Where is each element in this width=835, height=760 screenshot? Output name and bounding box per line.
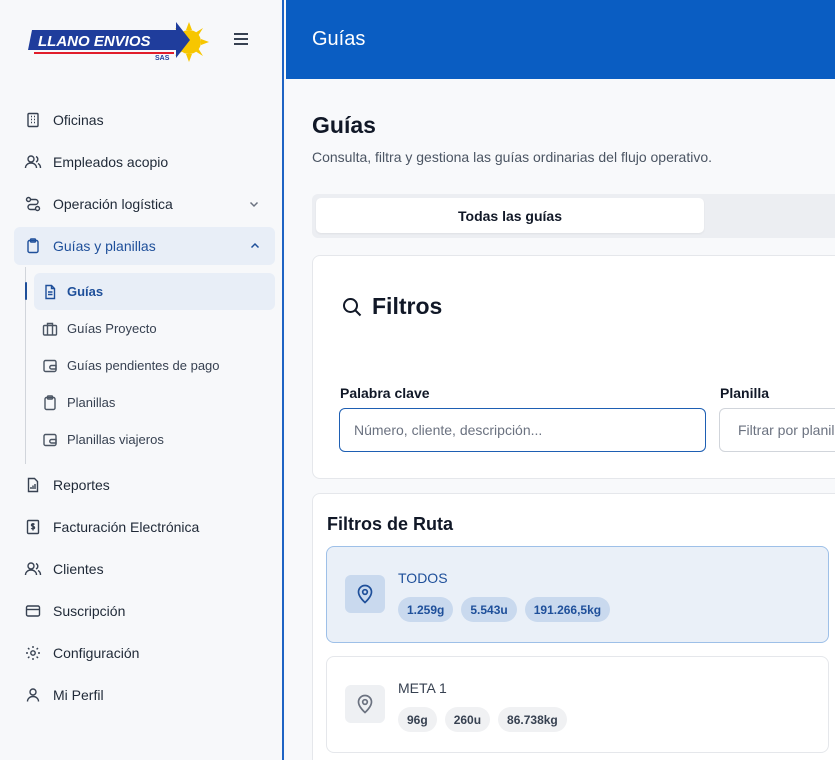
sidebar-item-facturacion[interactable]: Facturación Electrónica — [0, 506, 284, 548]
search-icon — [341, 296, 363, 318]
sidebar-item-label: Suscripción — [53, 603, 126, 619]
menu-toggle-button[interactable] — [234, 33, 252, 49]
credit-card-icon — [24, 602, 42, 620]
page-subtitle: Consulta, filtra y gestiona las guías or… — [312, 149, 712, 165]
wallet-icon — [42, 432, 58, 448]
sidebar-item-label: Configuración — [53, 645, 140, 661]
logo-text: LLANO ENVIOS — [38, 33, 151, 50]
wallet-icon — [42, 358, 58, 374]
invoice-icon — [24, 518, 42, 536]
users-icon — [24, 153, 42, 171]
clipboard-icon — [24, 237, 42, 255]
sidebar-item-label: Operación logística — [53, 196, 173, 212]
sidebar-item-label: Facturación Electrónica — [53, 519, 200, 535]
sidebar-item-operacion[interactable]: Operación logística — [0, 183, 284, 225]
chevron-down-icon — [248, 197, 260, 209]
sidebar-item-label: Oficinas — [53, 112, 104, 128]
tab-bar: Todas las guías — [312, 194, 835, 238]
sidebar-subitem-planillas[interactable]: Planillas — [34, 384, 275, 421]
sidebar-subitem-guias[interactable]: Guías — [25, 273, 275, 310]
top-bar: Guías — [286, 0, 835, 79]
chevron-up-icon — [249, 239, 261, 251]
sidebar-item-label: Mi Perfil — [53, 687, 104, 703]
sidebar-item-empleados[interactable]: Empleados acopio — [0, 141, 284, 183]
keyword-label: Palabra clave — [340, 385, 430, 401]
page-title: Guías — [312, 112, 376, 138]
route-unidades-badge: 260u — [444, 707, 491, 732]
route-guias-badge: 96g — [398, 707, 437, 732]
report-icon — [24, 476, 42, 494]
sidebar-subitem-label: Guías pendientes de pago — [67, 358, 220, 373]
route-stats: 96g 260u 86.738kg — [398, 707, 567, 732]
sidebar-item-clientes[interactable]: Clientes — [0, 548, 284, 590]
sidebar-item-label: Clientes — [53, 561, 104, 577]
route-peso-badge: 86.738kg — [498, 707, 567, 732]
sidebar-subitem-label: Guías — [67, 284, 104, 299]
keyword-input[interactable] — [339, 408, 706, 452]
planilla-label: Planilla — [720, 385, 770, 401]
sidebar-subitem-planillas-viajeros[interactable]: Planillas viajeros — [34, 421, 275, 458]
planilla-input[interactable] — [719, 408, 835, 452]
filters-card: Filtros Palabra clave Planilla — [312, 255, 835, 479]
route-filters-card: Filtros de Ruta TODOS 1.259g 5.543u 191.… — [312, 493, 835, 760]
sidebar-item-guias-planillas[interactable]: Guías y planillas — [14, 227, 275, 265]
map-pin-icon — [345, 575, 385, 613]
sidebar: LLANO ENVIOS SAS Oficinas Empleados acop… — [0, 0, 284, 760]
route-icon — [24, 195, 42, 213]
sidebar-item-oficinas[interactable]: Oficinas — [0, 99, 284, 141]
route-filters-title: Filtros de Ruta — [327, 514, 454, 534]
hamburger-icon — [234, 33, 248, 35]
document-icon — [42, 284, 58, 300]
filters-title: Filtros — [372, 293, 443, 319]
sidebar-subitem-label: Planillas — [67, 395, 116, 410]
user-icon — [24, 686, 42, 704]
sidebar-nav: Oficinas Empleados acopio Operación logí… — [0, 99, 284, 716]
users-icon — [24, 560, 42, 578]
sidebar-subitem-guias-proyecto[interactable]: Guías Proyecto — [34, 310, 275, 347]
sidebar-subitem-guias-pendientes[interactable]: Guías pendientes de pago — [34, 347, 275, 384]
sidebar-item-configuracion[interactable]: Configuración — [0, 632, 284, 674]
route-name: META 1 — [398, 680, 447, 696]
route-item-todos[interactable]: TODOS 1.259g 5.543u 191.266,5kg — [326, 546, 829, 643]
sidebar-item-mi-perfil[interactable]: Mi Perfil — [0, 674, 284, 716]
sidebar-item-label: Reportes — [53, 477, 110, 493]
sidebar-subitem-label: Guías Proyecto — [67, 321, 157, 336]
sidebar-subitem-label: Planillas viajeros — [67, 432, 164, 447]
clipboard-icon — [42, 394, 58, 411]
briefcase-icon — [42, 321, 58, 337]
sidebar-submenu-guias: Guías Guías Proyecto Guías pendientes de… — [25, 267, 284, 464]
route-peso-badge: 191.266,5kg — [524, 597, 611, 622]
gear-icon — [24, 644, 42, 662]
sidebar-item-reportes[interactable]: Reportes — [0, 464, 284, 506]
filters-heading: Filtros — [341, 293, 442, 320]
sidebar-item-suscripcion[interactable]: Suscripción — [0, 590, 284, 632]
map-pin-icon — [345, 685, 385, 723]
route-guias-badge: 1.259g — [398, 597, 454, 622]
route-item-meta-1[interactable]: META 1 96g 260u 86.738kg — [326, 656, 829, 753]
tab-todas-las-guias[interactable]: Todas las guías — [316, 198, 704, 233]
building-icon — [24, 111, 42, 129]
sidebar-item-label: Empleados acopio — [53, 154, 169, 170]
sidebar-item-label: Guías y planillas — [53, 238, 156, 254]
header-title: Guías — [312, 28, 366, 50]
logo-graphic: LLANO ENVIOS SAS — [28, 22, 209, 62]
main-content: Guías Consulta, filtra y gestiona las gu… — [286, 79, 835, 760]
route-stats: 1.259g 5.543u 191.266,5kg — [398, 597, 611, 622]
brand-logo[interactable]: LLANO ENVIOS SAS — [28, 18, 218, 68]
logo-subtext: SAS — [155, 55, 170, 62]
route-unidades-badge: 5.543u — [461, 597, 517, 622]
route-name: TODOS — [398, 570, 448, 586]
